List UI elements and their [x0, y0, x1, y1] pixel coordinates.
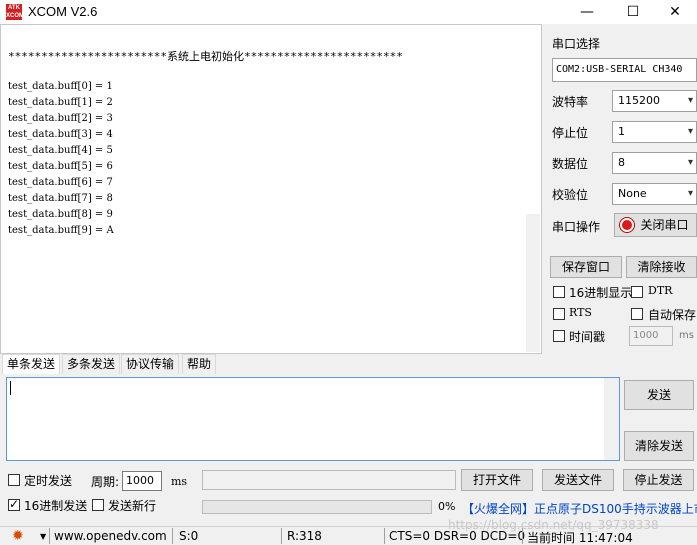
send-newline-label: 发送新行 — [108, 499, 157, 513]
receive-scrollbar[interactable] — [526, 214, 540, 352]
dtr-checkbox[interactable] — [631, 286, 643, 298]
baud-dropdown[interactable]: 115200 ▾ — [612, 90, 697, 112]
send-progress-bar — [202, 500, 432, 514]
timestamp-checkbox[interactable] — [553, 330, 565, 342]
window-title: XCOM V2.6 — [28, 4, 98, 19]
chevron-down-icon: ▾ — [687, 157, 693, 168]
auto-save-checkbox[interactable] — [631, 308, 643, 320]
receive-line: test_data.buff[2] = 3 — [8, 113, 113, 124]
receive-line: test_data.buff[1] = 2 — [8, 97, 113, 108]
auto-save-label: 自动保存 — [648, 308, 697, 322]
stop-bits-dropdown[interactable]: 1 ▾ — [612, 121, 697, 143]
website-link[interactable]: www.openedv.com — [54, 529, 167, 543]
hex-send-checkbox[interactable] — [8, 497, 20, 511]
parity-dropdown[interactable]: None ▾ — [612, 183, 697, 205]
ad-link[interactable]: 【火爆全网】正点原子DS100手持示波器上市 — [462, 500, 697, 517]
tab-single-send[interactable]: 单条发送 — [2, 354, 61, 374]
dtr-label: DTR — [648, 284, 673, 297]
baud-label: 波特率 — [552, 95, 589, 109]
receive-line: test_data.buff[8] = 9 — [8, 209, 113, 220]
clear-receive-button[interactable]: 清除接收 — [626, 256, 697, 278]
minimize-button[interactable]: — — [564, 0, 610, 24]
hex-send-label: 16进制发送 — [24, 499, 88, 513]
status-divider — [49, 528, 50, 544]
timed-send-checkbox[interactable] — [8, 474, 20, 486]
stop-send-button[interactable]: 停止发送 — [623, 469, 694, 491]
data-bits-value: 8 — [618, 156, 625, 169]
tab-protocol[interactable]: 协议传输 — [121, 354, 180, 374]
app-logo: ATK XCOM — [6, 4, 24, 20]
status-divider — [281, 528, 282, 544]
tab-help[interactable]: 帮助 — [182, 354, 217, 374]
file-path-input[interactable] — [202, 470, 456, 490]
baud-value: 115200 — [618, 94, 660, 107]
progress-text: 0% — [438, 500, 456, 513]
receive-line: test_data.buff[4] = 5 — [8, 145, 113, 156]
received-count: R:318 — [287, 529, 322, 543]
maximize-button[interactable]: ☐ — [610, 0, 656, 24]
rts-label: RTS — [569, 306, 592, 319]
receive-line: test_data.buff[0] = 1 — [8, 81, 113, 92]
stop-bits-value: 1 — [618, 125, 625, 138]
gear-icon[interactable]: ✹ — [12, 528, 28, 544]
port-select-dropdown[interactable]: COM2:USB-SERIAL CH340 — [552, 58, 697, 82]
period-unit: ms — [171, 475, 188, 488]
parity-value: None — [618, 187, 647, 200]
period-input[interactable]: 1000 — [122, 471, 162, 491]
stop-bits-label: 停止位 — [552, 126, 589, 140]
send-text-area[interactable] — [6, 377, 620, 461]
watermark: https://blog.csdn.net/qq_39738338 — [448, 518, 659, 532]
chevron-down-icon[interactable]: ▼ — [40, 532, 46, 541]
receive-line: test_data.buff[9] = A — [8, 225, 114, 236]
receive-line: test_data.buff[6] = 7 — [8, 177, 113, 188]
tab-multi-send[interactable]: 多条发送 — [62, 354, 121, 374]
send-newline-checkbox[interactable] — [92, 499, 104, 511]
sent-count: S:0 — [179, 529, 199, 543]
timestamp-label: 时间戳 — [569, 330, 606, 344]
status-divider — [384, 528, 385, 544]
close-button[interactable]: ✕ — [652, 0, 697, 24]
timed-send-label: 定时发送 — [24, 474, 73, 488]
receive-banner: ************************系统上电初始化*********… — [8, 50, 403, 63]
clear-send-button[interactable]: 清除发送 — [624, 431, 694, 461]
receive-line: test_data.buff[3] = 4 — [8, 129, 113, 140]
hex-display-checkbox[interactable] — [553, 286, 565, 298]
receive-line: test_data.buff[7] = 8 — [8, 193, 113, 204]
receive-line: test_data.buff[5] = 6 — [8, 161, 113, 172]
send-scrollbar[interactable] — [604, 378, 619, 460]
send-button[interactable]: 发送 — [624, 380, 694, 410]
chevron-down-icon: ▾ — [687, 126, 693, 137]
save-window-button[interactable]: 保存窗口 — [550, 256, 622, 278]
hex-display-label: 16进制显示 — [569, 286, 633, 300]
send-file-button[interactable]: 发送文件 — [542, 469, 614, 491]
data-bits-dropdown[interactable]: 8 ▾ — [612, 152, 697, 174]
rts-checkbox[interactable] — [553, 308, 565, 320]
parity-label: 校验位 — [552, 188, 589, 202]
port-status-led-icon — [620, 218, 634, 232]
period-label: 周期: — [91, 475, 120, 489]
text-cursor — [10, 381, 11, 395]
chevron-down-icon: ▾ — [687, 95, 693, 106]
timestamp-unit: ms — [679, 330, 694, 341]
port-select-label: 串口选择 — [552, 37, 601, 51]
data-bits-label: 数据位 — [552, 157, 589, 171]
status-divider — [172, 528, 173, 544]
timestamp-interval-input[interactable]: 1000 — [629, 326, 673, 346]
chevron-down-icon: ▾ — [687, 188, 693, 199]
port-operation-label: 串口操作 — [552, 220, 601, 234]
open-file-button[interactable]: 打开文件 — [461, 469, 533, 491]
receive-text-area[interactable] — [0, 24, 542, 354]
